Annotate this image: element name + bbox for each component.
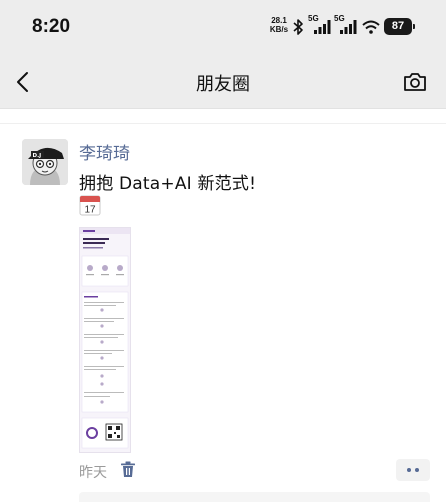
network-speed: 28.1 KB/s: [268, 16, 290, 34]
calendar-icon: 17: [79, 195, 101, 216]
post-image[interactable]: [79, 227, 131, 453]
more-options-button[interactable]: [396, 459, 430, 481]
signal-strength-icon: [314, 20, 331, 34]
dot-icon: [415, 468, 419, 472]
network-speed-unit: KB/s: [269, 25, 289, 34]
battery-level: 87: [391, 20, 405, 32]
calendar-day: 17: [84, 205, 96, 216]
author-name[interactable]: 李琦琦: [79, 139, 130, 164]
avatar[interactable]: D.J: [22, 139, 68, 185]
camera-icon[interactable]: [402, 70, 428, 94]
comment-area: [79, 492, 430, 502]
dot-icon: [407, 468, 411, 472]
navigation-bar: 朋友圈: [0, 58, 446, 109]
avatar-illustration: D.J: [22, 139, 68, 185]
wifi-icon: [362, 20, 380, 34]
event-poster-illustration: [80, 228, 130, 452]
bluetooth-icon: [293, 19, 303, 35]
battery-indicator: 87: [384, 18, 415, 35]
post-timestamp: 昨天: [79, 465, 107, 481]
page-title: 朋友圈: [196, 74, 250, 95]
trash-icon[interactable]: [120, 461, 136, 478]
status-bar: 8:20 28.1 KB/s 5G 5G 87: [0, 0, 446, 58]
status-time: 8:20: [32, 16, 71, 37]
divider: [0, 123, 446, 124]
moment-post: D.J 李琦琦 拥抱 Data+AI 新范式! 17 昨天: [0, 109, 446, 502]
signal-strength-icon: [340, 20, 357, 34]
network-speed-value: 28.1: [271, 16, 287, 25]
post-text: 拥抱 Data+AI 新范式!: [79, 174, 257, 194]
svg-text:D.J: D.J: [33, 153, 42, 159]
